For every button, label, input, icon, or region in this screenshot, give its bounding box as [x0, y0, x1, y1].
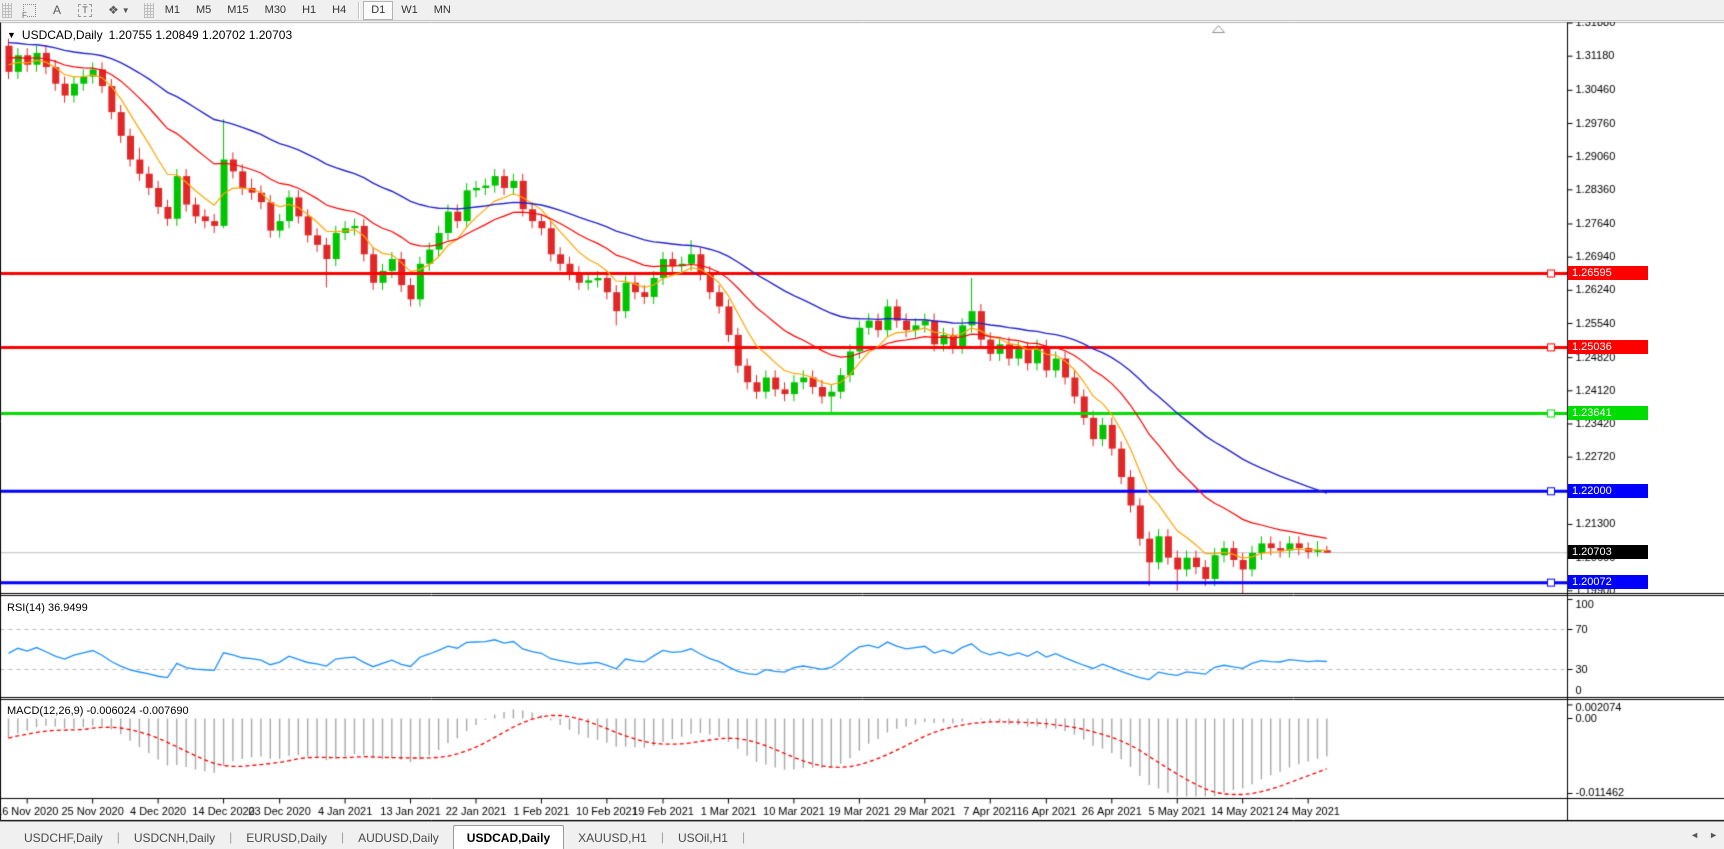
tab-usdcad-daily[interactable]: USDCAD,Daily: [452, 825, 565, 849]
tab-audusd-daily[interactable]: AUDUSD,Daily: [344, 826, 453, 849]
timeframe-h1-button[interactable]: H1: [294, 1, 324, 20]
tab-scroll-right-icon[interactable]: ►: [1709, 830, 1718, 840]
text-a-icon: A: [52, 3, 61, 17]
chart-window: ▼ USDCAD,Daily 1.20755 1.20849 1.20702 1…: [0, 22, 1724, 821]
tab-scroll-left-icon[interactable]: ◄: [1690, 830, 1699, 840]
tab-usdchf-daily[interactable]: USDCHF,Daily: [10, 826, 117, 849]
resistance-price-label[interactable]: 1.26595: [1568, 266, 1648, 280]
grid-f-icon[interactable]: [15, 1, 44, 20]
text-tool-button[interactable]: A: [44, 1, 70, 20]
current-price-label: 1.20703: [1568, 545, 1648, 560]
chart-title: ▼ USDCAD,Daily 1.20755 1.20849 1.20702 1…: [7, 28, 292, 42]
timeframe-h4-button[interactable]: H4: [324, 1, 354, 20]
support-price-label[interactable]: 1.22000: [1568, 483, 1648, 498]
label-tool-button[interactable]: T: [70, 1, 100, 20]
timeframe-w1-button[interactable]: W1: [393, 1, 426, 20]
resistance-price-label[interactable]: 1.25036: [1568, 339, 1648, 354]
macd-indicator-label: MACD(12,26,9) -0.006024 -0.007690: [7, 705, 189, 717]
symbol-tab-bar: USDCHF,Daily | USDCNH,Daily | EURUSD,Dai…: [0, 821, 1724, 849]
objects-arrows-icon: ❖: [108, 3, 119, 17]
chart-ohlc-readout: 1.20755 1.20849 1.20702 1.20703: [108, 28, 293, 42]
support-price-label[interactable]: 1.20072: [1568, 575, 1648, 590]
timeframe-d1-button[interactable]: D1: [363, 0, 394, 20]
chevron-down-icon: ▼: [121, 5, 130, 15]
timeframe-mn-button[interactable]: MN: [426, 1, 459, 20]
tab-xauusd-h1[interactable]: XAUUSD,H1: [564, 826, 661, 849]
top-toolbar: A T ❖ ▼ M1 M5 M15 M30 H1 H4 D1 W1 MN: [0, 0, 1724, 21]
timeframe-m5-button[interactable]: M5: [188, 1, 219, 20]
toolbar-separator: [358, 1, 360, 19]
support-price-label[interactable]: 1.23641: [1568, 406, 1648, 420]
label-t-icon: T: [78, 3, 92, 17]
toolbar-grip[interactable]: [143, 2, 154, 18]
timeframe-m15-button[interactable]: M15: [219, 1, 256, 20]
objects-dropdown-button[interactable]: ❖ ▼: [100, 1, 138, 20]
rsi-indicator-label: RSI(14) 36.9499: [7, 602, 88, 614]
chevron-down-icon: ▼: [7, 30, 16, 40]
chart-symbol-period: USDCAD,Daily: [21, 28, 103, 42]
chart-canvas[interactable]: [0, 22, 1724, 821]
grid-f-icon: [22, 3, 36, 20]
toolbar-grip[interactable]: [2, 2, 12, 18]
tab-divider: |: [741, 829, 746, 844]
tab-usdcnh-daily[interactable]: USDCNH,Daily: [120, 826, 229, 849]
tab-usoil-h1[interactable]: USOil,H1: [664, 826, 742, 849]
timeframe-m30-button[interactable]: M30: [257, 1, 294, 20]
tab-eurusd-daily[interactable]: EURUSD,Daily: [232, 826, 341, 849]
timeframe-m1-button[interactable]: M1: [157, 1, 188, 20]
